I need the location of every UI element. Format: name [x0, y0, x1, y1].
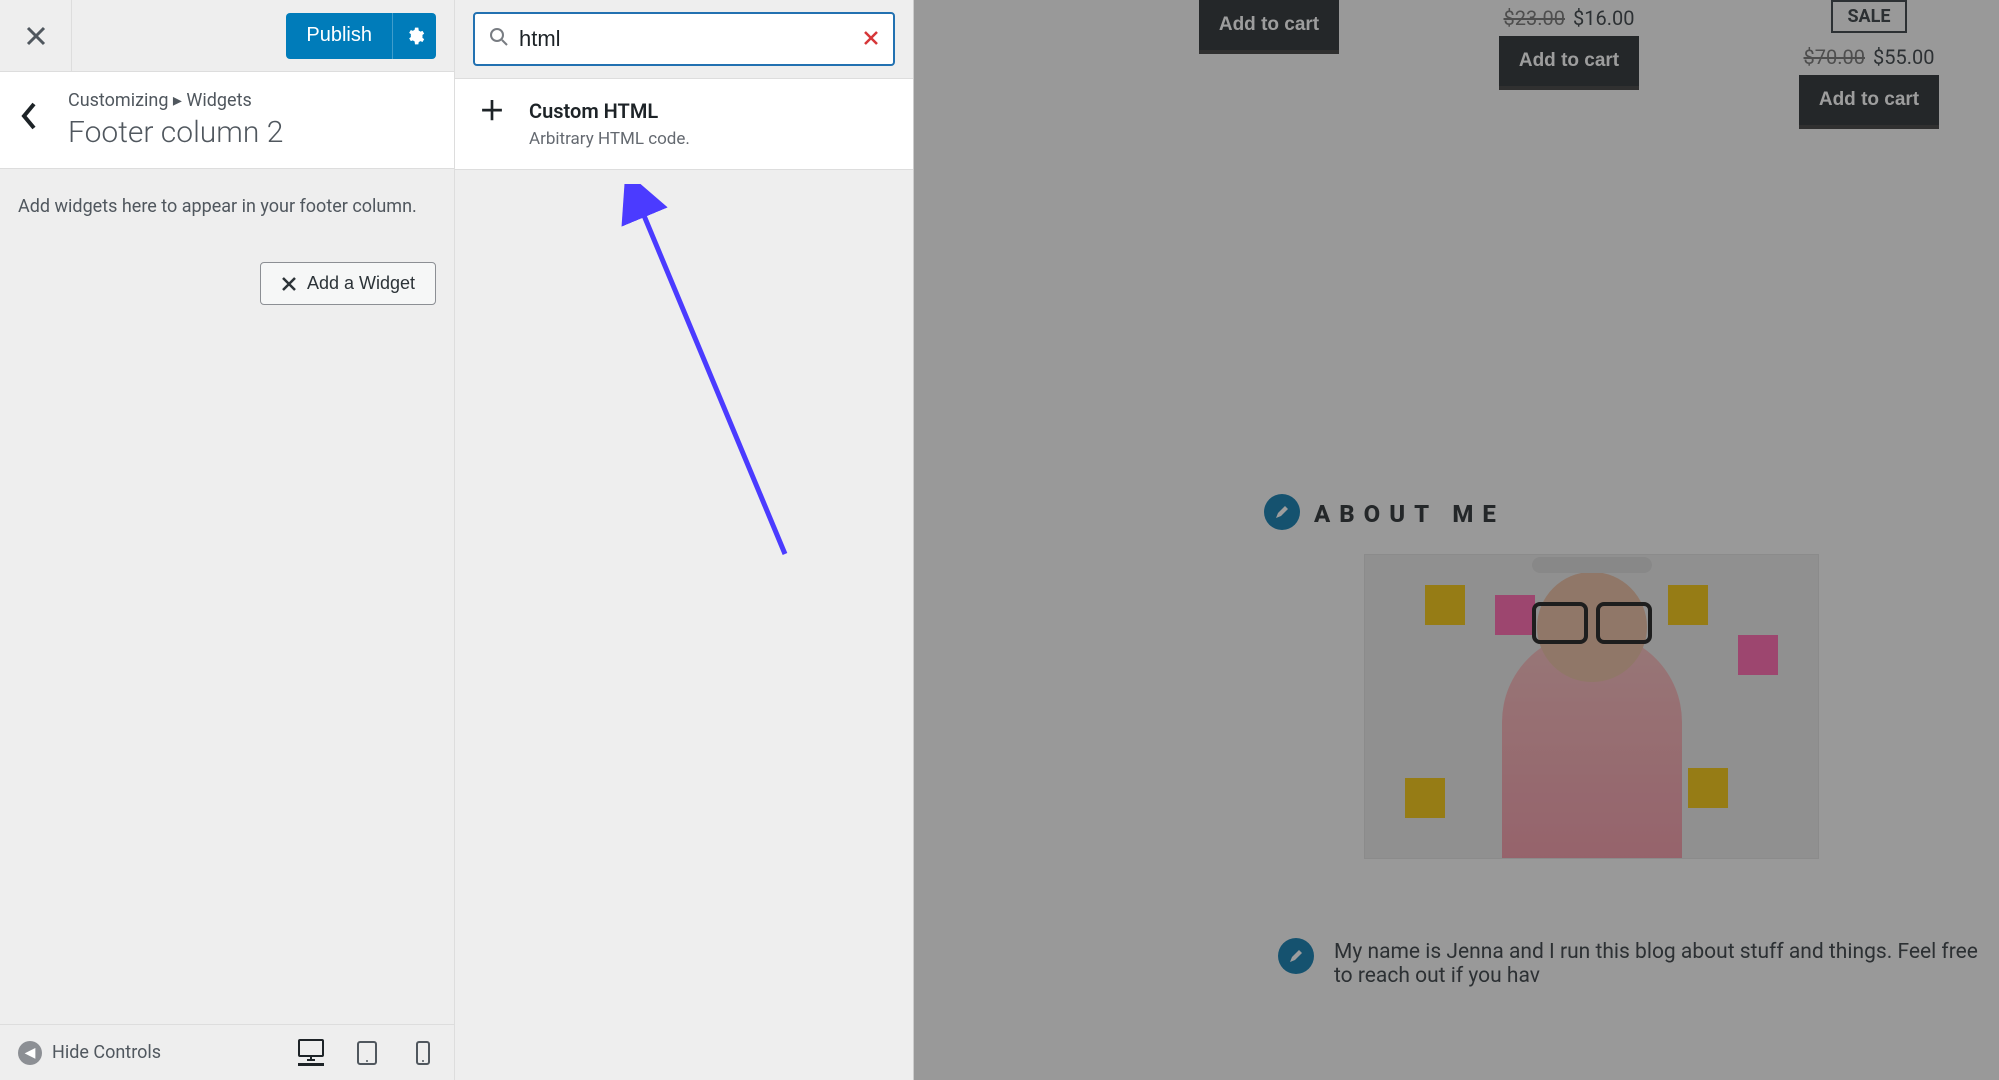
device-mobile-button[interactable]	[410, 1040, 436, 1066]
plus-icon: ＋	[479, 99, 505, 149]
customizer-section-header: Customizing ▸ Widgets Footer column 2	[0, 72, 454, 169]
clear-search-button[interactable]	[863, 27, 879, 51]
breadcrumb-sep: ▸	[173, 90, 182, 111]
device-preview-switcher	[298, 1040, 436, 1066]
publish-settings-button[interactable]	[392, 13, 436, 59]
customizer-footer: ◀ Hide Controls	[0, 1024, 454, 1080]
desktop-icon	[298, 1039, 324, 1061]
breadcrumb: Customizing ▸ Widgets	[68, 90, 434, 111]
device-tablet-button[interactable]	[354, 1040, 380, 1066]
gear-icon	[405, 26, 425, 46]
search-icon	[489, 27, 509, 52]
publish-button[interactable]: Publish	[286, 13, 392, 59]
device-desktop-button[interactable]	[298, 1040, 324, 1066]
section-title: Footer column 2	[68, 115, 434, 150]
hide-controls-button[interactable]: ◀ Hide Controls	[18, 1041, 161, 1065]
hide-controls-label: Hide Controls	[52, 1042, 161, 1063]
breadcrumb-parent: Widgets	[186, 90, 251, 111]
customizer-body: Add widgets here to appear in your foote…	[0, 169, 454, 1024]
close-icon	[25, 25, 47, 47]
chevron-left-icon	[20, 102, 38, 130]
site-preview: Add to cart $23.00$16.00 Add to cart SAL…	[914, 0, 1999, 1080]
widget-result-custom-html[interactable]: ＋ Custom HTML Arbitrary HTML code.	[455, 78, 913, 170]
clear-icon	[863, 30, 879, 46]
add-widget-button[interactable]: Add a Widget	[260, 262, 436, 305]
breadcrumb-root: Customizing	[68, 90, 168, 111]
add-widget-label: Add a Widget	[307, 273, 415, 294]
widget-result-title: Custom HTML	[529, 99, 690, 123]
tablet-icon	[357, 1041, 377, 1065]
section-description: Add widgets here to appear in your foote…	[18, 193, 436, 220]
preview-overlay	[914, 0, 1999, 1080]
close-icon	[281, 276, 297, 292]
collapse-icon: ◀	[18, 1041, 42, 1065]
widget-result-desc: Arbitrary HTML code.	[529, 129, 690, 149]
widget-picker-panel: ＋ Custom HTML Arbitrary HTML code.	[455, 0, 914, 1080]
widget-search[interactable]	[473, 12, 895, 66]
customizer-panel: Publish Customizing ▸ Widgets Footer col…	[0, 0, 455, 1080]
publish-group: Publish	[286, 13, 436, 59]
back-button[interactable]	[20, 90, 68, 130]
customizer-header: Publish	[0, 0, 454, 72]
widget-search-input[interactable]	[519, 26, 863, 52]
mobile-icon	[416, 1041, 430, 1065]
close-customizer-button[interactable]	[0, 0, 72, 72]
